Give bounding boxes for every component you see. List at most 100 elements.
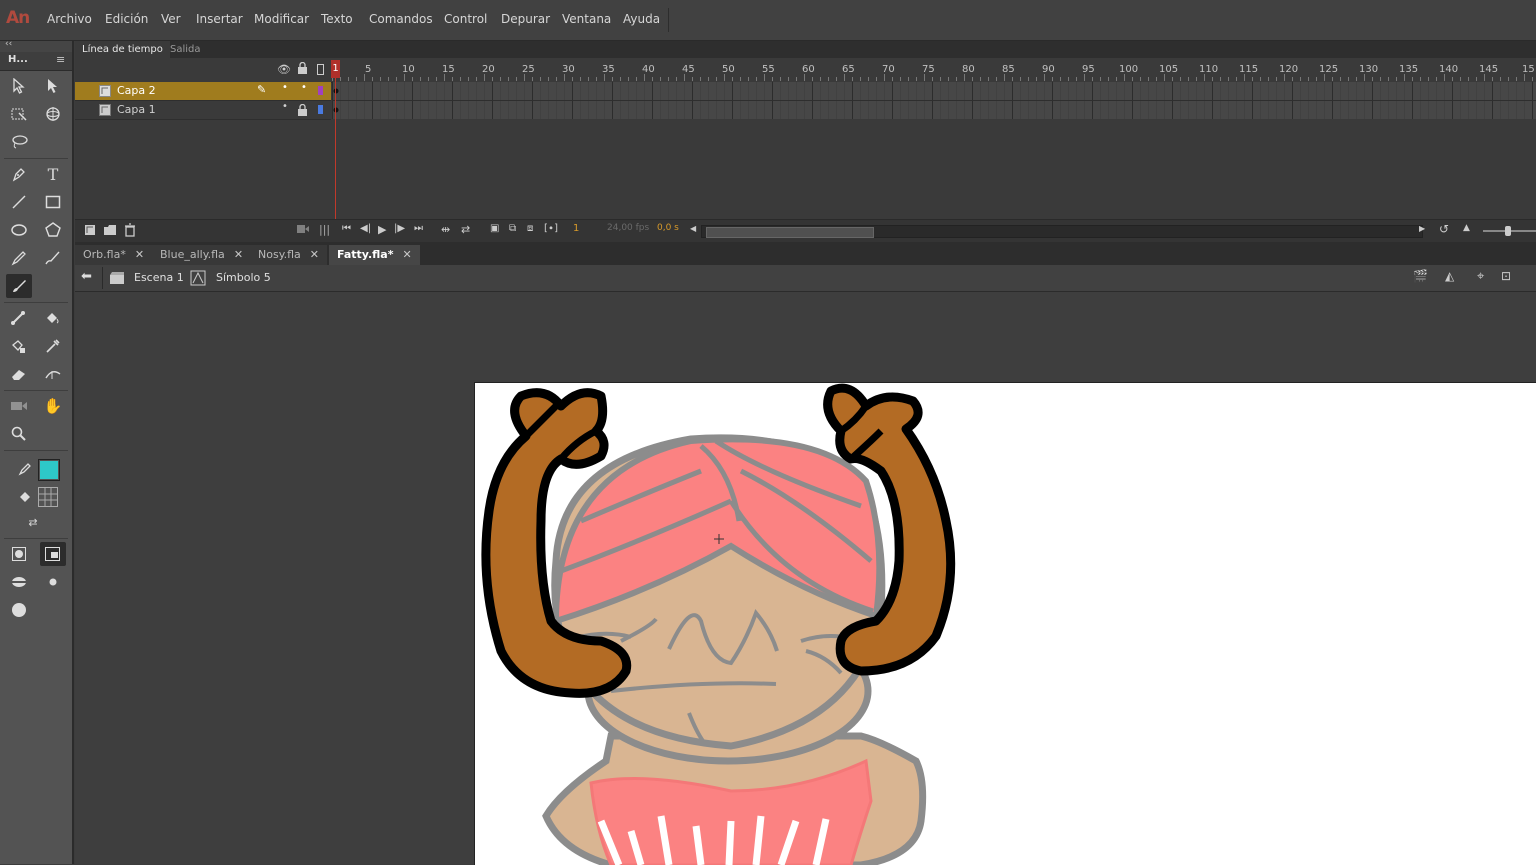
- brush-mode-icon[interactable]: [6, 570, 32, 594]
- document-tab-orb[interactable]: Orb.fla* ✕: [75, 245, 153, 265]
- outline-color-swatch[interactable]: [318, 86, 323, 95]
- lasso-tool-icon[interactable]: [6, 130, 32, 154]
- brush-size-icon[interactable]: [40, 570, 66, 594]
- menu-control[interactable]: Control: [444, 12, 487, 26]
- menu-ayuda[interactable]: Ayuda: [623, 12, 660, 26]
- menu-comandos[interactable]: Comandos: [369, 12, 433, 26]
- document-tab-nosy[interactable]: Nosy.fla ✕: [250, 245, 328, 265]
- show-hide-all-icon[interactable]: 👁: [277, 63, 291, 76]
- rectangle-tool-icon[interactable]: [40, 190, 66, 214]
- line-tool-icon[interactable]: [6, 190, 32, 214]
- layer-locked-icon[interactable]: [297, 103, 308, 119]
- close-tab-icon[interactable]: ✕: [234, 248, 243, 261]
- playhead-handle[interactable]: 1: [331, 60, 340, 78]
- menu-ventana[interactable]: Ventana: [562, 12, 611, 26]
- document-tab-fatty[interactable]: Fatty.fla* ✕: [329, 245, 420, 265]
- delete-layer-icon[interactable]: [124, 223, 136, 240]
- free-transform-tool-icon[interactable]: [6, 102, 32, 126]
- elapsed-time[interactable]: 0,0 s: [657, 223, 679, 233]
- timeline-scrollbar-thumb[interactable]: [706, 227, 874, 238]
- reset-scale-icon[interactable]: ↺: [1439, 222, 1449, 236]
- center-stage-icon[interactable]: ⌖: [1477, 269, 1484, 284]
- back-arrow-icon[interactable]: ⬅: [81, 269, 92, 284]
- menu-edicion[interactable]: Edición: [105, 12, 148, 26]
- go-last-frame-icon[interactable]: ⏭: [414, 223, 423, 234]
- breadcrumb-symbol[interactable]: Símbolo 5: [216, 271, 271, 284]
- scale-mountain-icon[interactable]: ▲: [1463, 223, 1470, 233]
- play-icon[interactable]: ▶: [378, 223, 386, 236]
- frames-grid[interactable]: [332, 82, 1536, 120]
- close-tab-icon[interactable]: ✕: [135, 248, 144, 261]
- brush-tool-icon[interactable]: [6, 274, 32, 298]
- go-first-frame-icon[interactable]: ⏮: [342, 223, 351, 234]
- hand-tool-icon[interactable]: ✋: [40, 394, 66, 418]
- center-frame-icon[interactable]: ⇹: [441, 223, 450, 236]
- menu-depurar[interactable]: Depurar: [501, 12, 550, 26]
- layer-depth-icon[interactable]: |||: [319, 223, 330, 236]
- polystar-tool-icon[interactable]: [40, 218, 66, 242]
- lock-dot-icon[interactable]: •: [301, 82, 307, 93]
- pencil-tool-icon[interactable]: [6, 246, 32, 270]
- edit-scene-icon[interactable]: 🎬: [1413, 269, 1428, 283]
- edit-multiple-icon[interactable]: ⧈: [527, 223, 533, 234]
- onion-outline-icon[interactable]: ⧉: [509, 223, 516, 234]
- frame-scale-slider[interactable]: [1483, 226, 1536, 236]
- character-head[interactable]: [551, 434, 886, 765]
- outline-all-icon[interactable]: [317, 64, 324, 75]
- visibility-dot-icon[interactable]: •: [282, 82, 288, 93]
- breadcrumb-scene[interactable]: Escena 1: [134, 271, 184, 284]
- document-tab-blue-ally[interactable]: Blue_ally.fla ✕: [152, 245, 252, 265]
- swap-colors-icon[interactable]: ⇄: [20, 510, 46, 534]
- frame-ruler[interactable]: 1510152025303540455055606570758085909510…: [332, 58, 1536, 82]
- clip-content-icon[interactable]: ⊡: [1501, 269, 1511, 283]
- pen-tool-icon[interactable]: [6, 162, 32, 186]
- paint-bucket-tool-icon[interactable]: [40, 306, 66, 330]
- object-drawing-icon[interactable]: [6, 542, 32, 566]
- subselection-tool-icon[interactable]: [40, 74, 66, 98]
- step-forward-icon[interactable]: |▶: [394, 223, 405, 234]
- menu-texto[interactable]: Texto: [321, 12, 353, 26]
- menu-archivo[interactable]: Archivo: [47, 12, 92, 26]
- new-layer-icon[interactable]: [83, 223, 97, 240]
- edit-symbols-icon[interactable]: ◭: [1445, 269, 1454, 283]
- outline-color-swatch[interactable]: [318, 105, 323, 114]
- onion-skin-icon[interactable]: ▣: [490, 223, 499, 234]
- lock-fill-icon[interactable]: [40, 542, 66, 566]
- character-artwork[interactable]: [475, 383, 1536, 865]
- scroll-left-icon[interactable]: ◀: [690, 224, 696, 233]
- ink-bottle-tool-icon[interactable]: [6, 334, 32, 358]
- eraser-tool-icon[interactable]: [6, 362, 32, 386]
- close-tab-icon[interactable]: ✕: [402, 248, 411, 261]
- text-tool-icon[interactable]: T: [40, 162, 66, 186]
- close-tab-icon[interactable]: ✕: [310, 248, 319, 261]
- menu-modificar[interactable]: Modificar: [254, 12, 309, 26]
- menu-insertar[interactable]: Insertar: [196, 12, 243, 26]
- frame-scale-slider-handle[interactable]: [1505, 226, 1511, 236]
- frame-rate[interactable]: 24,00 fps: [607, 223, 649, 233]
- tab-output[interactable]: Salida: [163, 41, 208, 58]
- lock-all-icon[interactable]: [297, 61, 308, 77]
- camera-toggle-icon[interactable]: [296, 223, 310, 238]
- stage-canvas[interactable]: [474, 382, 1536, 865]
- current-frame[interactable]: 1: [573, 223, 579, 234]
- collapse-panel-icon[interactable]: ‹‹: [5, 39, 12, 49]
- new-folder-icon[interactable]: [103, 223, 117, 240]
- bone-tool-icon[interactable]: [6, 306, 32, 330]
- width-tool-icon[interactable]: [40, 362, 66, 386]
- selection-tool-icon[interactable]: [6, 74, 32, 98]
- step-back-icon[interactable]: ◀|: [360, 223, 371, 234]
- menu-ver[interactable]: Ver: [161, 12, 181, 26]
- 3d-rotation-tool-icon[interactable]: [40, 102, 66, 126]
- stroke-color-swatch[interactable]: [38, 459, 60, 481]
- onion-markers-icon[interactable]: [∙]: [544, 223, 558, 234]
- paint-brush-tool-icon[interactable]: [40, 246, 66, 270]
- oval-tool-icon[interactable]: [6, 218, 32, 242]
- layer-row-capa-2[interactable]: Capa 2 ✎ • •: [75, 82, 331, 101]
- layer-row-capa-1[interactable]: Capa 1 •: [75, 101, 331, 120]
- timeline-scrollbar-track[interactable]: [701, 225, 1423, 238]
- fill-color-swatch-none[interactable]: [38, 487, 58, 507]
- brush-shape-icon[interactable]: [6, 598, 32, 622]
- zoom-tool-icon[interactable]: [6, 422, 32, 446]
- camera-tool-icon[interactable]: [6, 394, 32, 418]
- eyedropper-tool-icon[interactable]: [40, 334, 66, 358]
